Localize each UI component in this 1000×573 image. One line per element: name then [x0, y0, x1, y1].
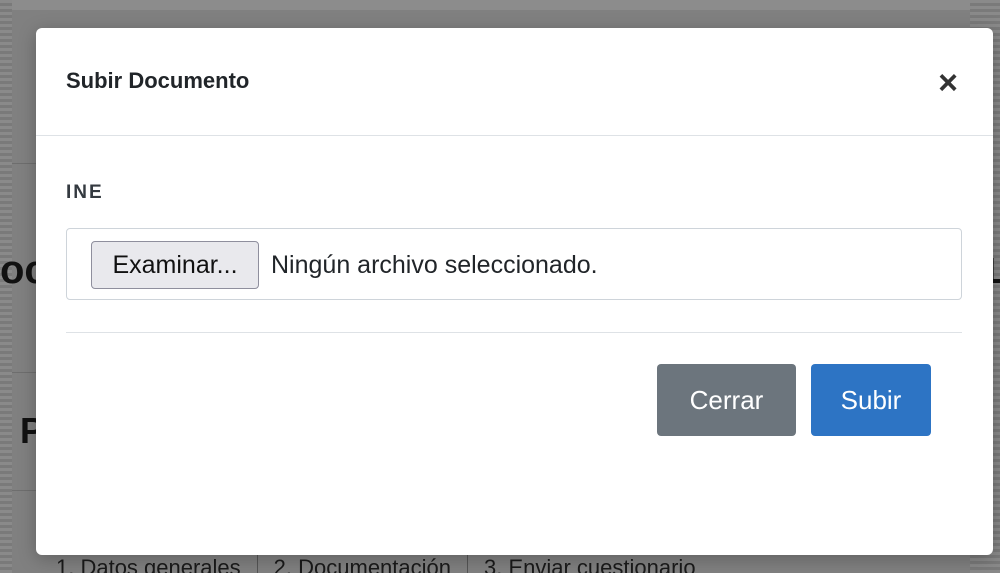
modal-title: Subir Documento: [66, 68, 250, 93]
background-top-bar: [0, 0, 1000, 10]
upload-document-modal: Subir Documento × INE Examinar... Ningún…: [36, 28, 993, 555]
modal-divider: [66, 332, 962, 333]
step-tab: 2. Documentación: [258, 555, 468, 573]
modal-header: Subir Documento ×: [36, 28, 993, 136]
file-input[interactable]: Examinar... Ningún archivo seleccionado.: [66, 228, 962, 300]
browse-button[interactable]: Examinar...: [91, 241, 259, 289]
modal-body: INE Examinar... Ningún archivo seleccion…: [36, 136, 993, 332]
background-step-tabs: 1. Datos generales 2. Documentación 3. E…: [40, 555, 712, 573]
close-icon[interactable]: ×: [933, 66, 963, 100]
step-tab: 1. Datos generales: [40, 555, 258, 573]
submit-button[interactable]: Subir: [811, 364, 931, 436]
file-status-text: Ningún archivo seleccionado.: [271, 251, 598, 279]
close-button[interactable]: Cerrar: [657, 364, 796, 436]
field-label: INE: [66, 182, 104, 203]
step-tab: 3. Enviar cuestionario: [484, 555, 696, 573]
